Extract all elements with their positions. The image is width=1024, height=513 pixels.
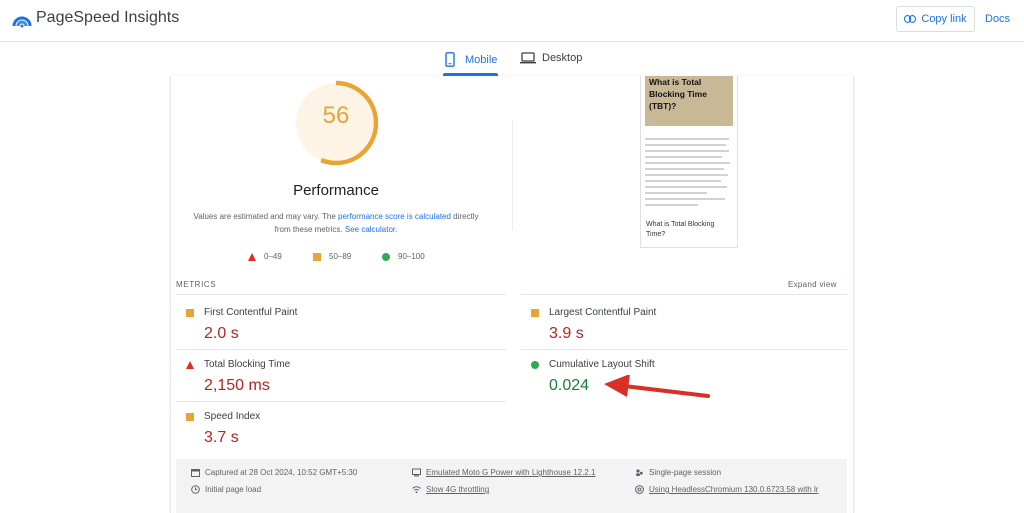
- calendar-icon: [191, 469, 200, 477]
- initial-load-text: Initial page load: [205, 485, 262, 494]
- metric-fcp-value: 2.0 s: [204, 325, 239, 342]
- device-tabs: Mobile Desktop: [0, 42, 1024, 78]
- legend-average: 50–89: [313, 252, 351, 261]
- square-icon: [313, 252, 321, 261]
- tab-desktop-label: Desktop: [542, 52, 583, 64]
- report-panel: 56 Performance Values are estimated and …: [170, 76, 854, 513]
- metric-tbt: Total Blocking Time 2,150 ms: [186, 359, 290, 395]
- tab-mobile-label: Mobile: [465, 53, 498, 66]
- device-info[interactable]: Emulated Moto G Power with Lighthouse 12…: [412, 468, 595, 477]
- docs-link[interactable]: Docs: [985, 13, 1010, 25]
- browser-info-text: Using HeadlessChromium 130.0.6723.58 wit…: [649, 485, 819, 494]
- see-calculator-link[interactable]: See calculator.: [345, 225, 397, 234]
- good-circle-icon: [531, 360, 539, 369]
- legend-good-label: 90–100: [398, 252, 425, 261]
- wifi-icon: [412, 486, 421, 494]
- device-info-text: Emulated Moto G Power with Lighthouse 12…: [426, 468, 596, 477]
- metric-lcp: Largest Contentful Paint 3.9 s: [531, 307, 656, 343]
- runtime-settings: Captured at 28 Oct 2024, 10:52 GMT+5:30 …: [176, 459, 847, 513]
- metric-fcp: First Contentful Paint 2.0 s: [186, 307, 297, 343]
- people-icon: [636, 469, 643, 476]
- average-square-icon: [531, 308, 539, 317]
- divider: [521, 294, 847, 295]
- metric-si-name: Speed Index: [204, 411, 261, 422]
- metric-cls-name: Cumulative Layout Shift: [549, 359, 655, 370]
- tab-desktop[interactable]: Desktop: [520, 52, 582, 64]
- pagespeed-logo-icon: [12, 16, 32, 28]
- annotation-arrow-icon: [604, 375, 710, 398]
- laptop-icon: [520, 52, 536, 64]
- chrome-icon: [635, 485, 644, 494]
- metrics-heading: METRICS: [176, 280, 217, 289]
- throttling-info-text: Slow 4G throttling: [426, 485, 490, 494]
- performance-score: 56: [322, 102, 350, 129]
- average-square-icon: [186, 308, 194, 317]
- disclaimer-text-1: Values are estimated and may vary. The: [193, 212, 338, 221]
- metric-fcp-name: First Contentful Paint: [204, 307, 298, 318]
- copy-link-button[interactable]: Copy link: [896, 6, 975, 32]
- brand-title[interactable]: PageSpeed Insights: [36, 9, 179, 27]
- divider: [521, 349, 847, 350]
- divider: [176, 294, 506, 295]
- metric-lcp-name: Largest Contentful Paint: [549, 307, 657, 318]
- average-square-icon: [186, 412, 194, 421]
- top-bar: PageSpeed Insights Copy link Docs: [0, 0, 1024, 42]
- page-screenshot[interactable]: What is Total Blocking Time (TBT)? What …: [640, 76, 738, 248]
- captured-at: Captured at 28 Oct 2024, 10:52 GMT+5:30: [191, 468, 357, 477]
- initial-load: Initial page load: [191, 485, 261, 494]
- poor-triangle-icon: [186, 360, 194, 369]
- score-disclaimer: Values are estimated and may vary. The p…: [191, 210, 481, 236]
- timer-icon: [191, 485, 200, 494]
- expand-view-toggle[interactable]: Expand view: [788, 280, 837, 289]
- divider: [176, 401, 506, 402]
- circle-icon: [382, 252, 390, 261]
- metric-tbt-value: 2,150 ms: [204, 377, 270, 394]
- score-calculated-link[interactable]: performance score is calculated: [338, 212, 451, 221]
- legend-average-label: 50–89: [329, 252, 352, 261]
- metric-tbt-name: Total Blocking Time: [204, 359, 291, 370]
- metric-lcp-value: 3.9 s: [549, 325, 584, 342]
- link-icon: [904, 15, 917, 23]
- copy-link-label: Copy link: [921, 13, 967, 25]
- divider: [176, 349, 506, 350]
- divider: [512, 120, 513, 230]
- screenshot-subheading: What is Total Blocking Time?: [646, 221, 715, 238]
- metric-si: Speed Index 3.7 s: [186, 411, 260, 447]
- legend-poor: 0–49: [248, 252, 282, 261]
- screenshot-hero-title: What is Total Blocking Time (TBT)?: [649, 77, 707, 111]
- legend-poor-label: 0–49: [264, 252, 282, 261]
- throttling-info[interactable]: Slow 4G throttling: [412, 485, 489, 494]
- browser-info[interactable]: Using HeadlessChromium 130.0.6723.58 wit…: [635, 485, 818, 494]
- legend-good: 90–100: [382, 252, 425, 261]
- metric-si-value: 3.7 s: [204, 429, 239, 446]
- session-info-text: Single-page session: [649, 468, 722, 477]
- screenshot-body-text: [645, 138, 733, 210]
- captured-at-text: Captured at 28 Oct 2024, 10:52 GMT+5:30: [205, 468, 358, 477]
- session-info: Single-page session: [635, 468, 721, 477]
- performance-title: Performance: [293, 182, 379, 199]
- triangle-icon: [248, 252, 256, 261]
- tab-mobile[interactable]: Mobile: [445, 52, 497, 67]
- phone-icon: [445, 52, 455, 67]
- device-icon: [412, 468, 421, 477]
